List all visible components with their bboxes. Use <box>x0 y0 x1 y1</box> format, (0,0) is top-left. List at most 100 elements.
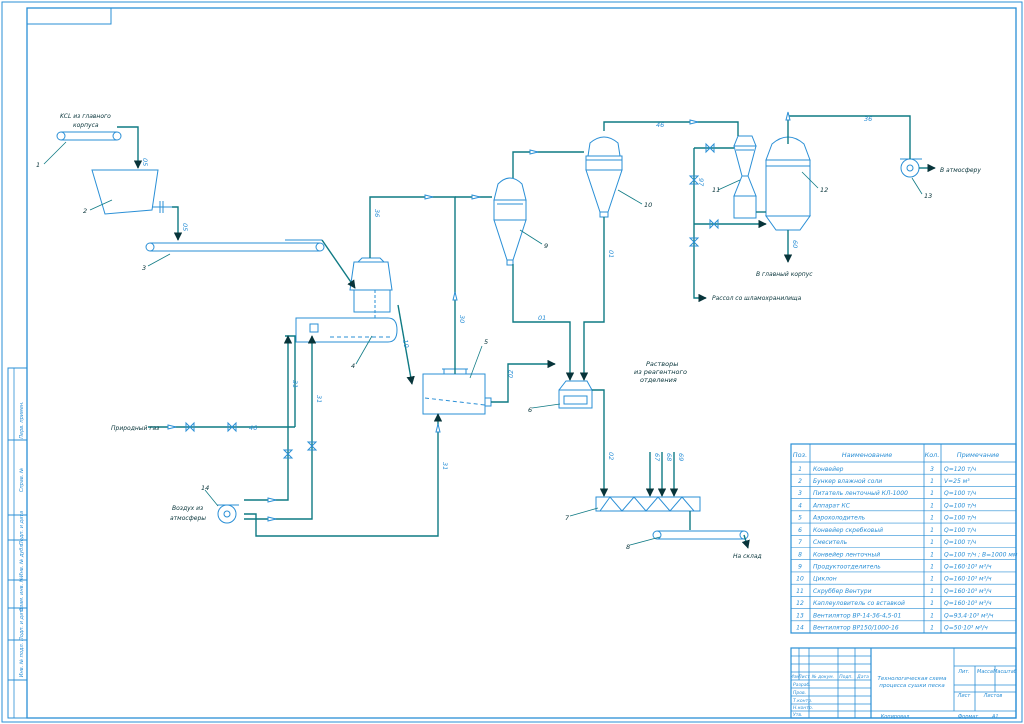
spec-cell-note: Q=120 т/ч <box>944 466 977 473</box>
line-codes: 05 05 36 30 10 01 01 60 02 02 46 36 97 3… <box>141 115 872 470</box>
title-sheets: Листов <box>983 693 1003 699</box>
title-lit: Лит. <box>957 669 970 675</box>
equipment <box>56 131 922 540</box>
side-stamp-item: Подп. и дата <box>19 607 25 641</box>
position-label: 7 <box>565 514 570 522</box>
line-code: 97 <box>697 178 705 187</box>
spec-cell-pos: 8 <box>798 551 802 558</box>
spec-table-rows: 1 Конвейер 3 Q=120 т/ч 2 Бункер влажной соли 1… <box>791 466 1018 632</box>
side-stamp-item: Взам. инв. № <box>19 577 25 611</box>
note-to-main-building: В главный корпус <box>756 271 813 278</box>
title-block-text: Технологическая схема процесса сушки пес… <box>790 669 1016 720</box>
spec-cell-name: Скруббер Вентури <box>813 588 872 595</box>
title-format-label: Формат <box>958 714 979 720</box>
role-label: Т.контр. <box>793 698 813 704</box>
spec-cell-name: Смеситель <box>813 539 848 546</box>
spec-cell-qty: 1 <box>930 478 934 485</box>
spec-cell-note: Q=100 т/ч <box>944 490 977 497</box>
note-air: атмосферы <box>170 515 206 522</box>
spec-cell-name: Аппарат КС <box>812 502 851 509</box>
spec-table-row: 13 Вентилятор ВР-14-36-4,5-01 1 Q=93,4·10³ … <box>791 608 1016 619</box>
fluidized-bed-4 <box>295 257 398 343</box>
flow-markers <box>167 111 791 522</box>
spec-cell-note: Q=160·10³ м³/ч <box>944 576 992 583</box>
rev-header: Лист <box>797 674 810 680</box>
note-solutions: из реагентного <box>634 368 687 376</box>
spec-table-row: 5 Аэрохолодитель 1 Q=100 т/ч <box>791 510 1016 522</box>
line-code: 46 <box>249 424 257 432</box>
line-code: 68 <box>665 453 673 461</box>
line-code: 46 <box>656 121 664 129</box>
process-flow-drawing: Перв. примен. Справ. № Подп. и дата Инв.… <box>1 1 1023 723</box>
spec-table-row: 10 Циклон 1 Q=160·10³ м³/ч <box>791 571 1016 583</box>
spec-cell-name: Вентилятор ВР-14-36-4,5-01 <box>813 612 901 619</box>
spec-cell-note: Q=160·10³ м³/ч <box>944 564 992 571</box>
side-stamp: Перв. примен. Справ. № Подп. и дата Инв.… <box>19 401 25 677</box>
line-code: 10 <box>401 339 410 349</box>
spec-cell-note: Q=160·10³ м³/ч <box>944 600 992 607</box>
note-brine: Рассол со шламохранилища <box>712 295 802 302</box>
scraper-conveyor-6 <box>558 380 593 409</box>
spec-table-row: 6 Конвейер скребковый 1 Q=100 т/ч <box>791 522 1016 534</box>
spec-cell-pos: 3 <box>798 490 802 497</box>
spec-cell-name: Конвейер <box>813 466 844 473</box>
spec-cell-pos: 14 <box>796 625 804 632</box>
spec-table-row: 2 Бункер влажной соли 1 V=25 м³ <box>791 473 1016 485</box>
side-stamp-item: Инв. № подл. <box>19 643 25 678</box>
role-label: Разраб. <box>793 682 811 688</box>
spec-cell-pos: 1 <box>798 466 802 473</box>
title-mass: Масса <box>977 669 993 675</box>
spec-table-row: 12 Каплеуловитель со вставкой 1 Q=160·10³ м… <box>791 596 1016 607</box>
spec-cell-qty: 1 <box>930 539 934 546</box>
rev-header: Подп. <box>839 674 853 680</box>
position-label: 2 <box>83 207 87 215</box>
position-label: 12 <box>820 186 828 194</box>
spec-cell-qty: 1 <box>930 551 934 558</box>
spec-header-name: Наименование <box>842 451 893 459</box>
spec-cell-note: Q=160·10³ м³/ч <box>944 588 992 595</box>
spec-cell-name: Вентилятор ВР150/1000-16 <box>813 625 899 632</box>
spec-table-row: 8 Конвейер ленточный 1 Q=100 т/ч ; B=1000 м… <box>791 547 1018 558</box>
position-label: 4 <box>351 362 355 370</box>
spec-table-row: 11 Скруббер Вентури 1 Q=160·10³ м³/ч <box>791 583 1016 595</box>
spec-cell-qty: 1 <box>930 612 934 619</box>
line-code: 60 <box>791 240 799 248</box>
spec-header-qty: Кол. <box>925 451 940 459</box>
conveyor-1 <box>56 131 122 141</box>
product-separator-9 <box>493 177 527 266</box>
drawing-title-line2: процесса сушки песка <box>879 683 945 689</box>
position-label: 3 <box>142 264 146 272</box>
spec-table-row: 9 Продуктоотделитель 1 Q=160·10³ м³/ч <box>791 559 1016 571</box>
title-scale: Масштаб <box>993 669 1017 675</box>
line-code: 31 <box>441 462 449 470</box>
spec-cell-pos: 5 <box>798 515 802 522</box>
spec-cell-name: Аэрохолодитель <box>812 515 866 522</box>
spec-cell-note: Q=100 т/ч <box>944 515 977 522</box>
spec-cell-note: Q=100 т/ч <box>944 502 977 509</box>
role-label: Утв. <box>793 712 802 718</box>
spec-cell-note: Q=93,4·10³ м³/ч <box>944 612 994 619</box>
venturi-scrubber-11 <box>733 135 757 219</box>
position-label: 1 <box>36 161 40 169</box>
role-label: Н.контр. <box>793 705 813 711</box>
spec-table-row: 7 Смеситель 1 Q=100 т/ч <box>791 534 1016 546</box>
fan-13 <box>900 158 922 178</box>
line-code: 02 <box>507 370 515 378</box>
position-leaders <box>43 141 923 546</box>
side-stamp-item: Справ. № <box>19 468 25 492</box>
line-code: 67 <box>653 453 661 462</box>
drop-separator-12 <box>756 136 811 231</box>
note-natural-gas: Природный газ <box>111 425 159 432</box>
spec-table-row: 4 Аппарат КС 1 Q=100 т/ч <box>791 498 1016 509</box>
line-code: 36 <box>373 209 381 217</box>
spec-table-row: 14 Вентилятор ВР150/1000-16 1 Q=50·10³ м³/ч <box>791 620 1016 632</box>
line-code: 36 <box>864 115 872 123</box>
spec-cell-note: Q=100 т/ч ; B=1000 мм <box>944 551 1018 558</box>
spec-cell-name: Конвейер скребковый <box>813 527 883 534</box>
spec-cell-pos: 9 <box>798 564 802 571</box>
rev-header: № докум. <box>811 674 834 680</box>
line-code: 05 <box>141 158 149 166</box>
position-label: 8 <box>626 543 630 551</box>
line-code: 31 <box>291 380 299 388</box>
spec-cell-name: Бункер влажной соли <box>813 478 882 485</box>
